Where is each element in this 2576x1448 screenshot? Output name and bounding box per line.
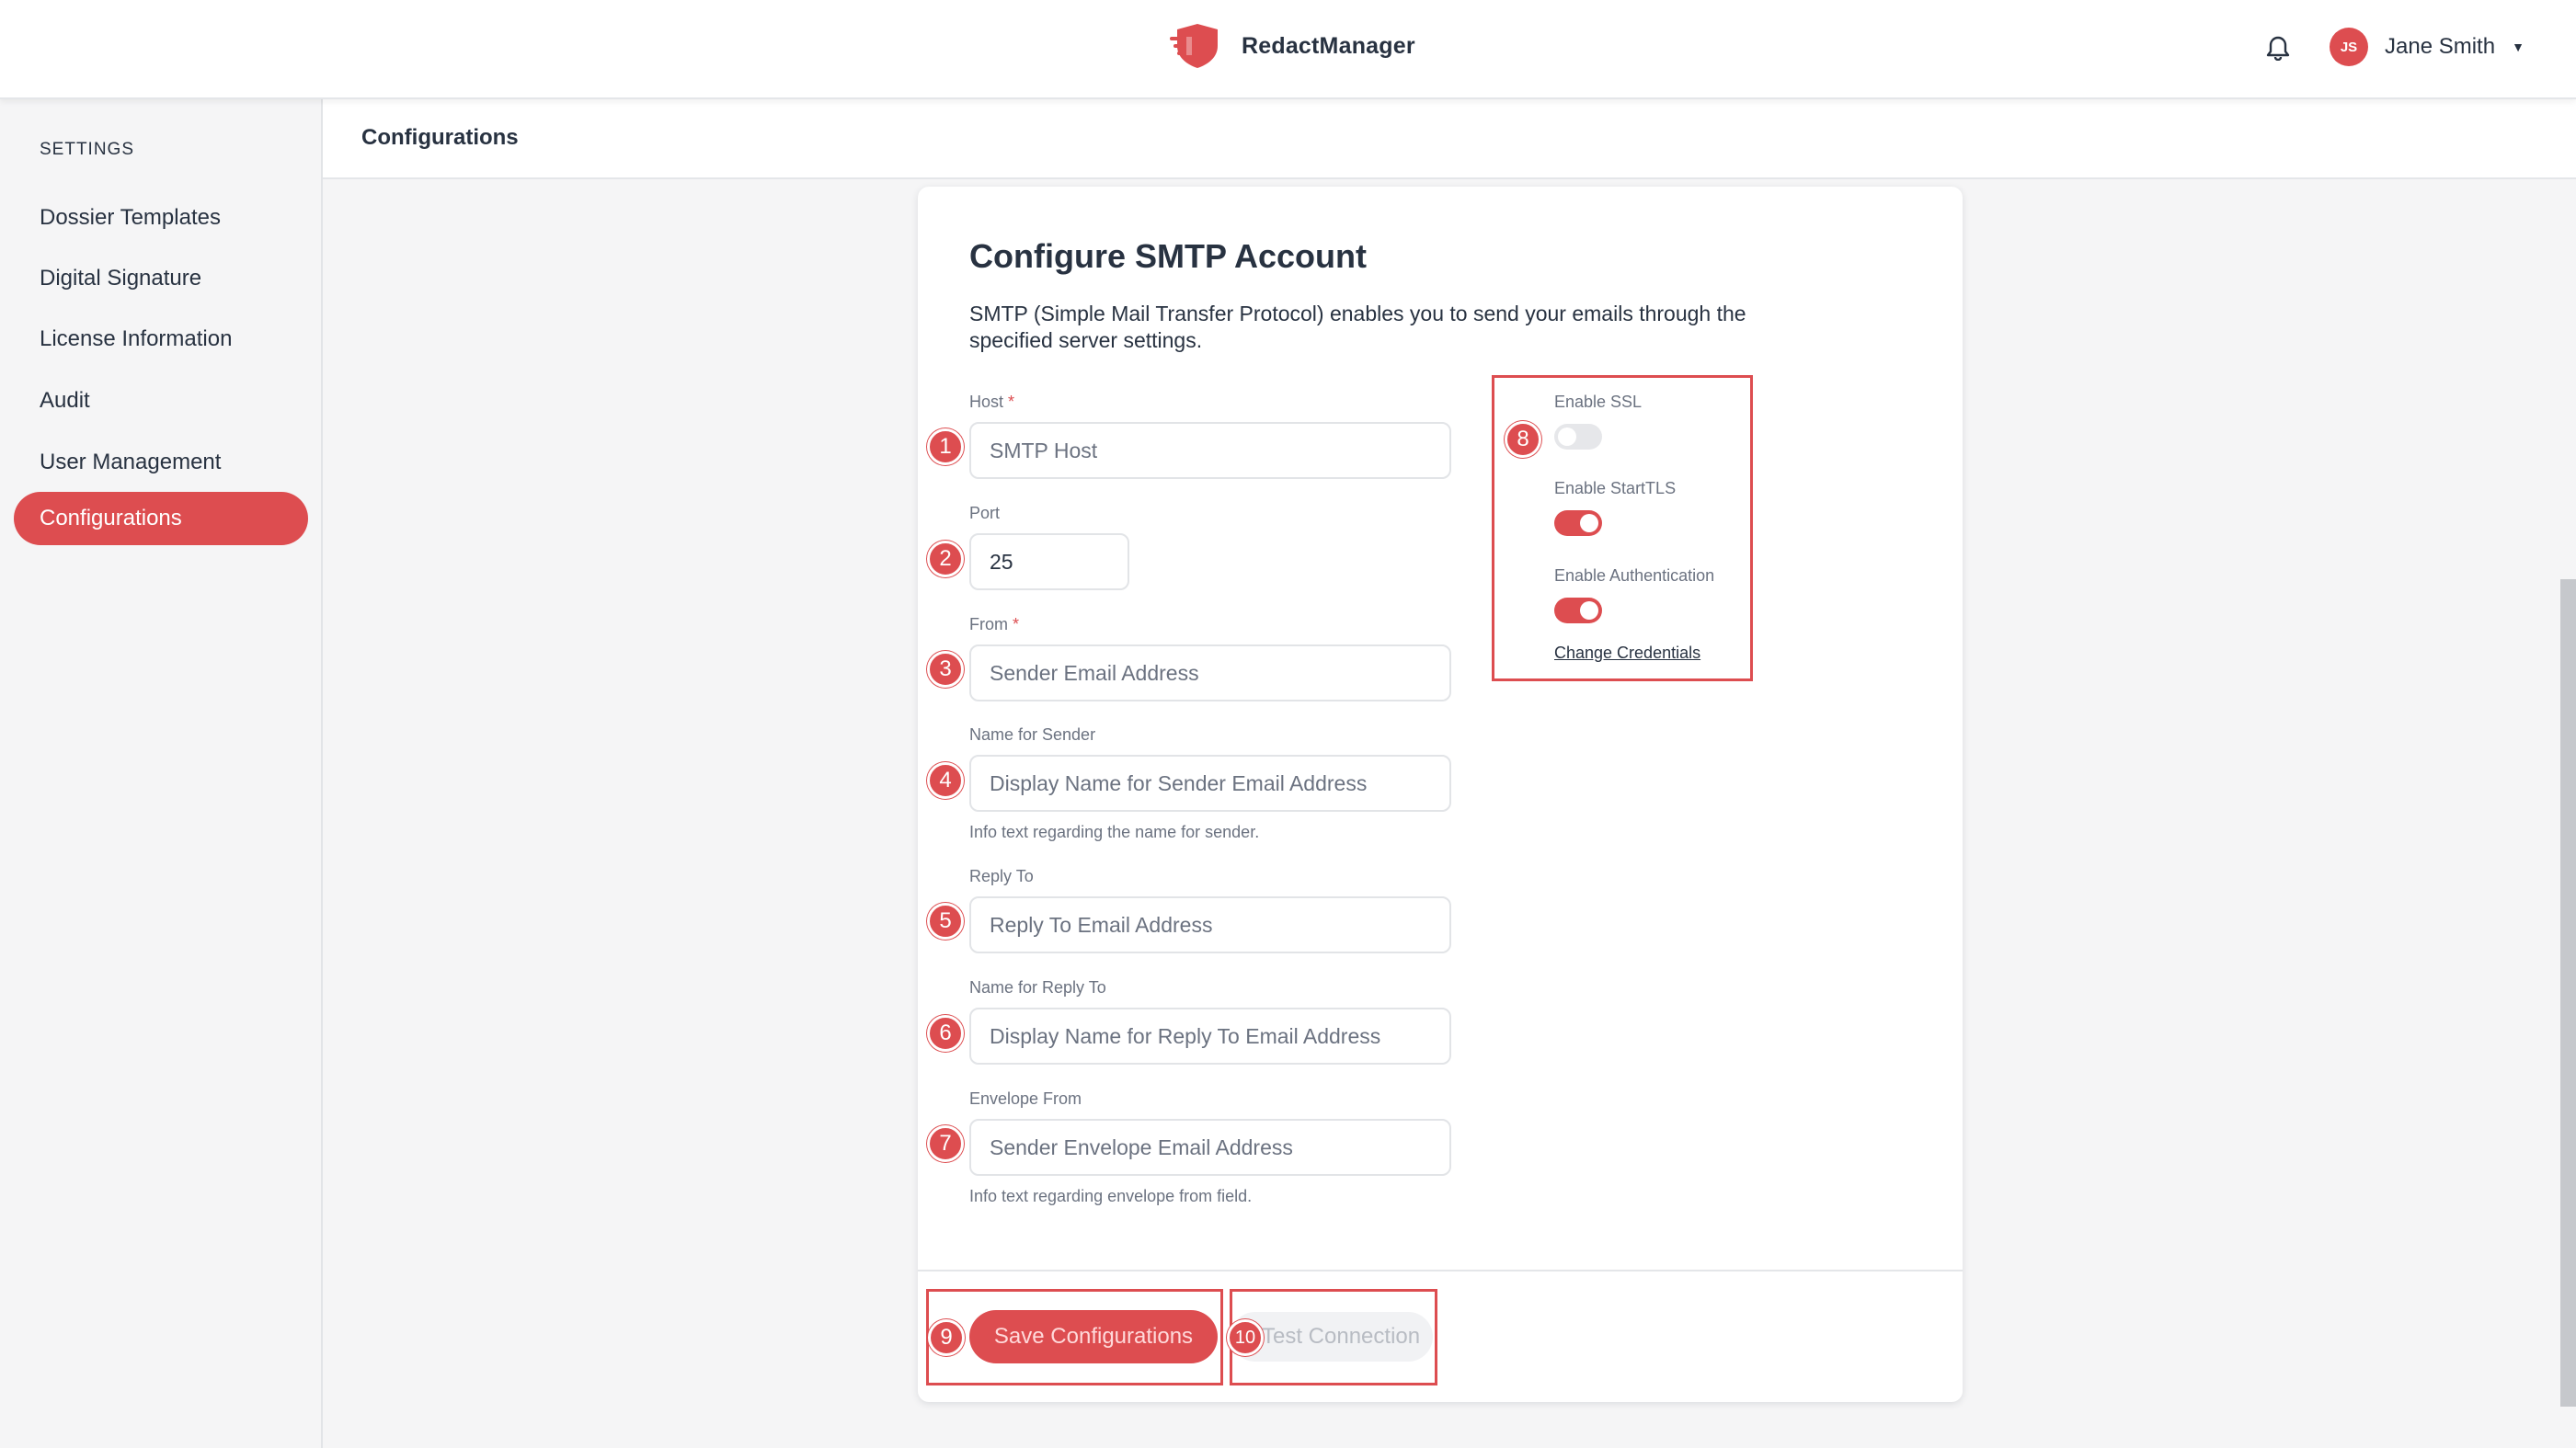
top-header: RedactManager JS Jane Smith ▼ [0, 0, 2576, 99]
enable-ssl-toggle[interactable] [1554, 424, 1602, 450]
envelope-from-label: Envelope From [969, 1089, 1082, 1108]
annotation-badge-10: 10 [1227, 1319, 1264, 1356]
sender-name-input[interactable] [969, 755, 1451, 812]
user-menu[interactable]: JS Jane Smith ▼ [2330, 28, 2524, 66]
sidebar-item-digital-signature[interactable]: Digital Signature [14, 252, 308, 305]
notifications-button[interactable] [2266, 35, 2290, 65]
sidebar-heading: SETTINGS [40, 140, 135, 159]
security-toggles-highlight: Enable SSL 8 Enable StartTLS Enable Auth… [1492, 375, 1753, 681]
breadcrumb: Configurations [323, 98, 2576, 179]
form-title: Configure SMTP Account [969, 237, 1367, 275]
toggle-knob [1580, 514, 1598, 532]
annotation-badge-4: 4 [927, 762, 964, 799]
enable-authentication-label: Enable Authentication [1554, 566, 1715, 585]
save-configurations-button[interactable]: Save Configurations [969, 1310, 1218, 1363]
host-input[interactable] [969, 422, 1451, 479]
sidebar-item-audit[interactable]: Audit [14, 374, 308, 428]
app-logo[interactable]: RedactManager [1170, 22, 1415, 70]
change-credentials-link[interactable]: Change Credentials [1554, 644, 1700, 663]
user-name: Jane Smith [2385, 34, 2496, 59]
reply-to-label: Reply To [969, 867, 1034, 885]
enable-ssl-label: Enable SSL [1554, 393, 1643, 411]
bell-icon [2266, 36, 2290, 62]
page-title: Configurations [361, 125, 519, 150]
sender-name-label: Name for Sender [969, 725, 1096, 744]
toggle-knob [1558, 428, 1576, 446]
annotation-badge-1: 1 [927, 428, 964, 465]
sidebar-item-license-information[interactable]: License Information [14, 313, 308, 366]
form-description: SMTP (Simple Mail Transfer Protocol) ena… [969, 302, 1746, 352]
required-marker: * [1013, 615, 1020, 633]
sidebar-item-user-management[interactable]: User Management [14, 436, 308, 489]
annotation-badge-2: 2 [927, 541, 964, 577]
enable-starttls-toggle[interactable] [1554, 510, 1602, 536]
sidebar-item-dossier-templates[interactable]: Dossier Templates [14, 191, 308, 245]
from-label: From * [969, 615, 1020, 633]
host-label: Host * [969, 393, 1015, 411]
toggle-knob [1580, 601, 1598, 620]
app-name: RedactManager [1242, 32, 1415, 59]
reply-to-input[interactable] [969, 896, 1451, 953]
required-marker: * [1008, 393, 1015, 411]
sidebar-item-configurations[interactable]: Configurations [14, 492, 308, 545]
annotation-badge-7: 7 [927, 1125, 964, 1162]
annotation-badge-6: 6 [927, 1015, 964, 1052]
smtp-config-card: Configure SMTP Account SMTP (Simple Mail… [918, 187, 1963, 1402]
caret-down-icon: ▼ [2512, 40, 2524, 54]
annotation-badge-5: 5 [927, 903, 964, 940]
sender-name-hint: Info text regarding the name for sender. [969, 823, 1260, 841]
reply-to-name-input[interactable] [969, 1008, 1451, 1065]
settings-sidebar: SETTINGS Dossier Templates Digital Signa… [0, 98, 323, 1448]
avatar: JS [2330, 28, 2368, 66]
port-input[interactable] [969, 533, 1129, 590]
scrollbar-thumb[interactable] [2560, 579, 2576, 1407]
port-label: Port [969, 504, 1001, 522]
enable-authentication-toggle[interactable] [1554, 598, 1602, 623]
annotation-badge-3: 3 [927, 651, 964, 688]
card-divider [918, 1270, 1963, 1271]
enable-starttls-label: Enable StartTLS [1554, 479, 1677, 497]
annotation-badge-8: 8 [1505, 421, 1541, 458]
annotation-badge-9: 9 [928, 1319, 965, 1356]
envelope-from-hint: Info text regarding envelope from field. [969, 1187, 1253, 1205]
from-input[interactable] [969, 644, 1451, 701]
shield-logo-icon [1170, 24, 1218, 68]
reply-to-name-label: Name for Reply To [969, 978, 1106, 997]
envelope-from-input[interactable] [969, 1119, 1451, 1176]
